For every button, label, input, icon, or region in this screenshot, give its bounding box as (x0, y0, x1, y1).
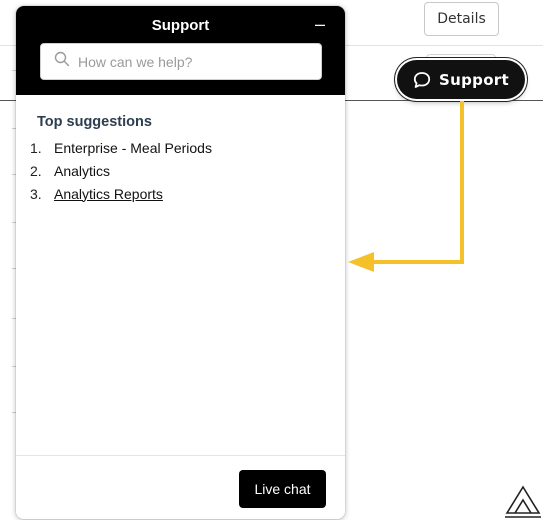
suggestion-link-enterprise-meal-periods[interactable]: Enterprise - Meal Periods (54, 140, 212, 156)
live-chat-button[interactable]: Live chat (239, 470, 326, 508)
brand-logo-icon (503, 483, 543, 520)
support-widget-footer: Live chat (16, 455, 345, 519)
speech-bubble-icon (413, 71, 431, 89)
minimize-button[interactable]: – (311, 14, 329, 34)
search-input[interactable] (78, 53, 318, 70)
support-launcher-label: Support (439, 70, 509, 89)
support-widget-header: Support – (16, 6, 345, 95)
list-item-number: 1. (30, 139, 42, 156)
suggestions-list: 1. Enterprise - Meal Periods 2. Analytic… (16, 136, 345, 205)
search-icon (54, 51, 70, 72)
support-widget: Support – Top suggestions 1. Enterprise … (16, 6, 345, 519)
support-widget-body: Top suggestions 1. Enterprise - Meal Per… (16, 95, 345, 455)
search-box[interactable] (40, 43, 322, 80)
support-launcher-button[interactable]: Support (397, 60, 525, 99)
support-widget-title: Support (151, 17, 210, 34)
suggestions-heading: Top suggestions (37, 114, 152, 130)
suggestion-link-analytics[interactable]: Analytics (54, 163, 110, 179)
list-item-number: 2. (30, 162, 42, 179)
details-button[interactable]: Details (424, 2, 499, 36)
list-item: 3. Analytics Reports (16, 182, 345, 205)
list-item-number: 3. (30, 185, 42, 202)
suggestion-link-analytics-reports[interactable]: Analytics Reports (54, 186, 163, 202)
list-item: 2. Analytics (16, 159, 345, 182)
list-item: 1. Enterprise - Meal Periods (16, 136, 345, 159)
